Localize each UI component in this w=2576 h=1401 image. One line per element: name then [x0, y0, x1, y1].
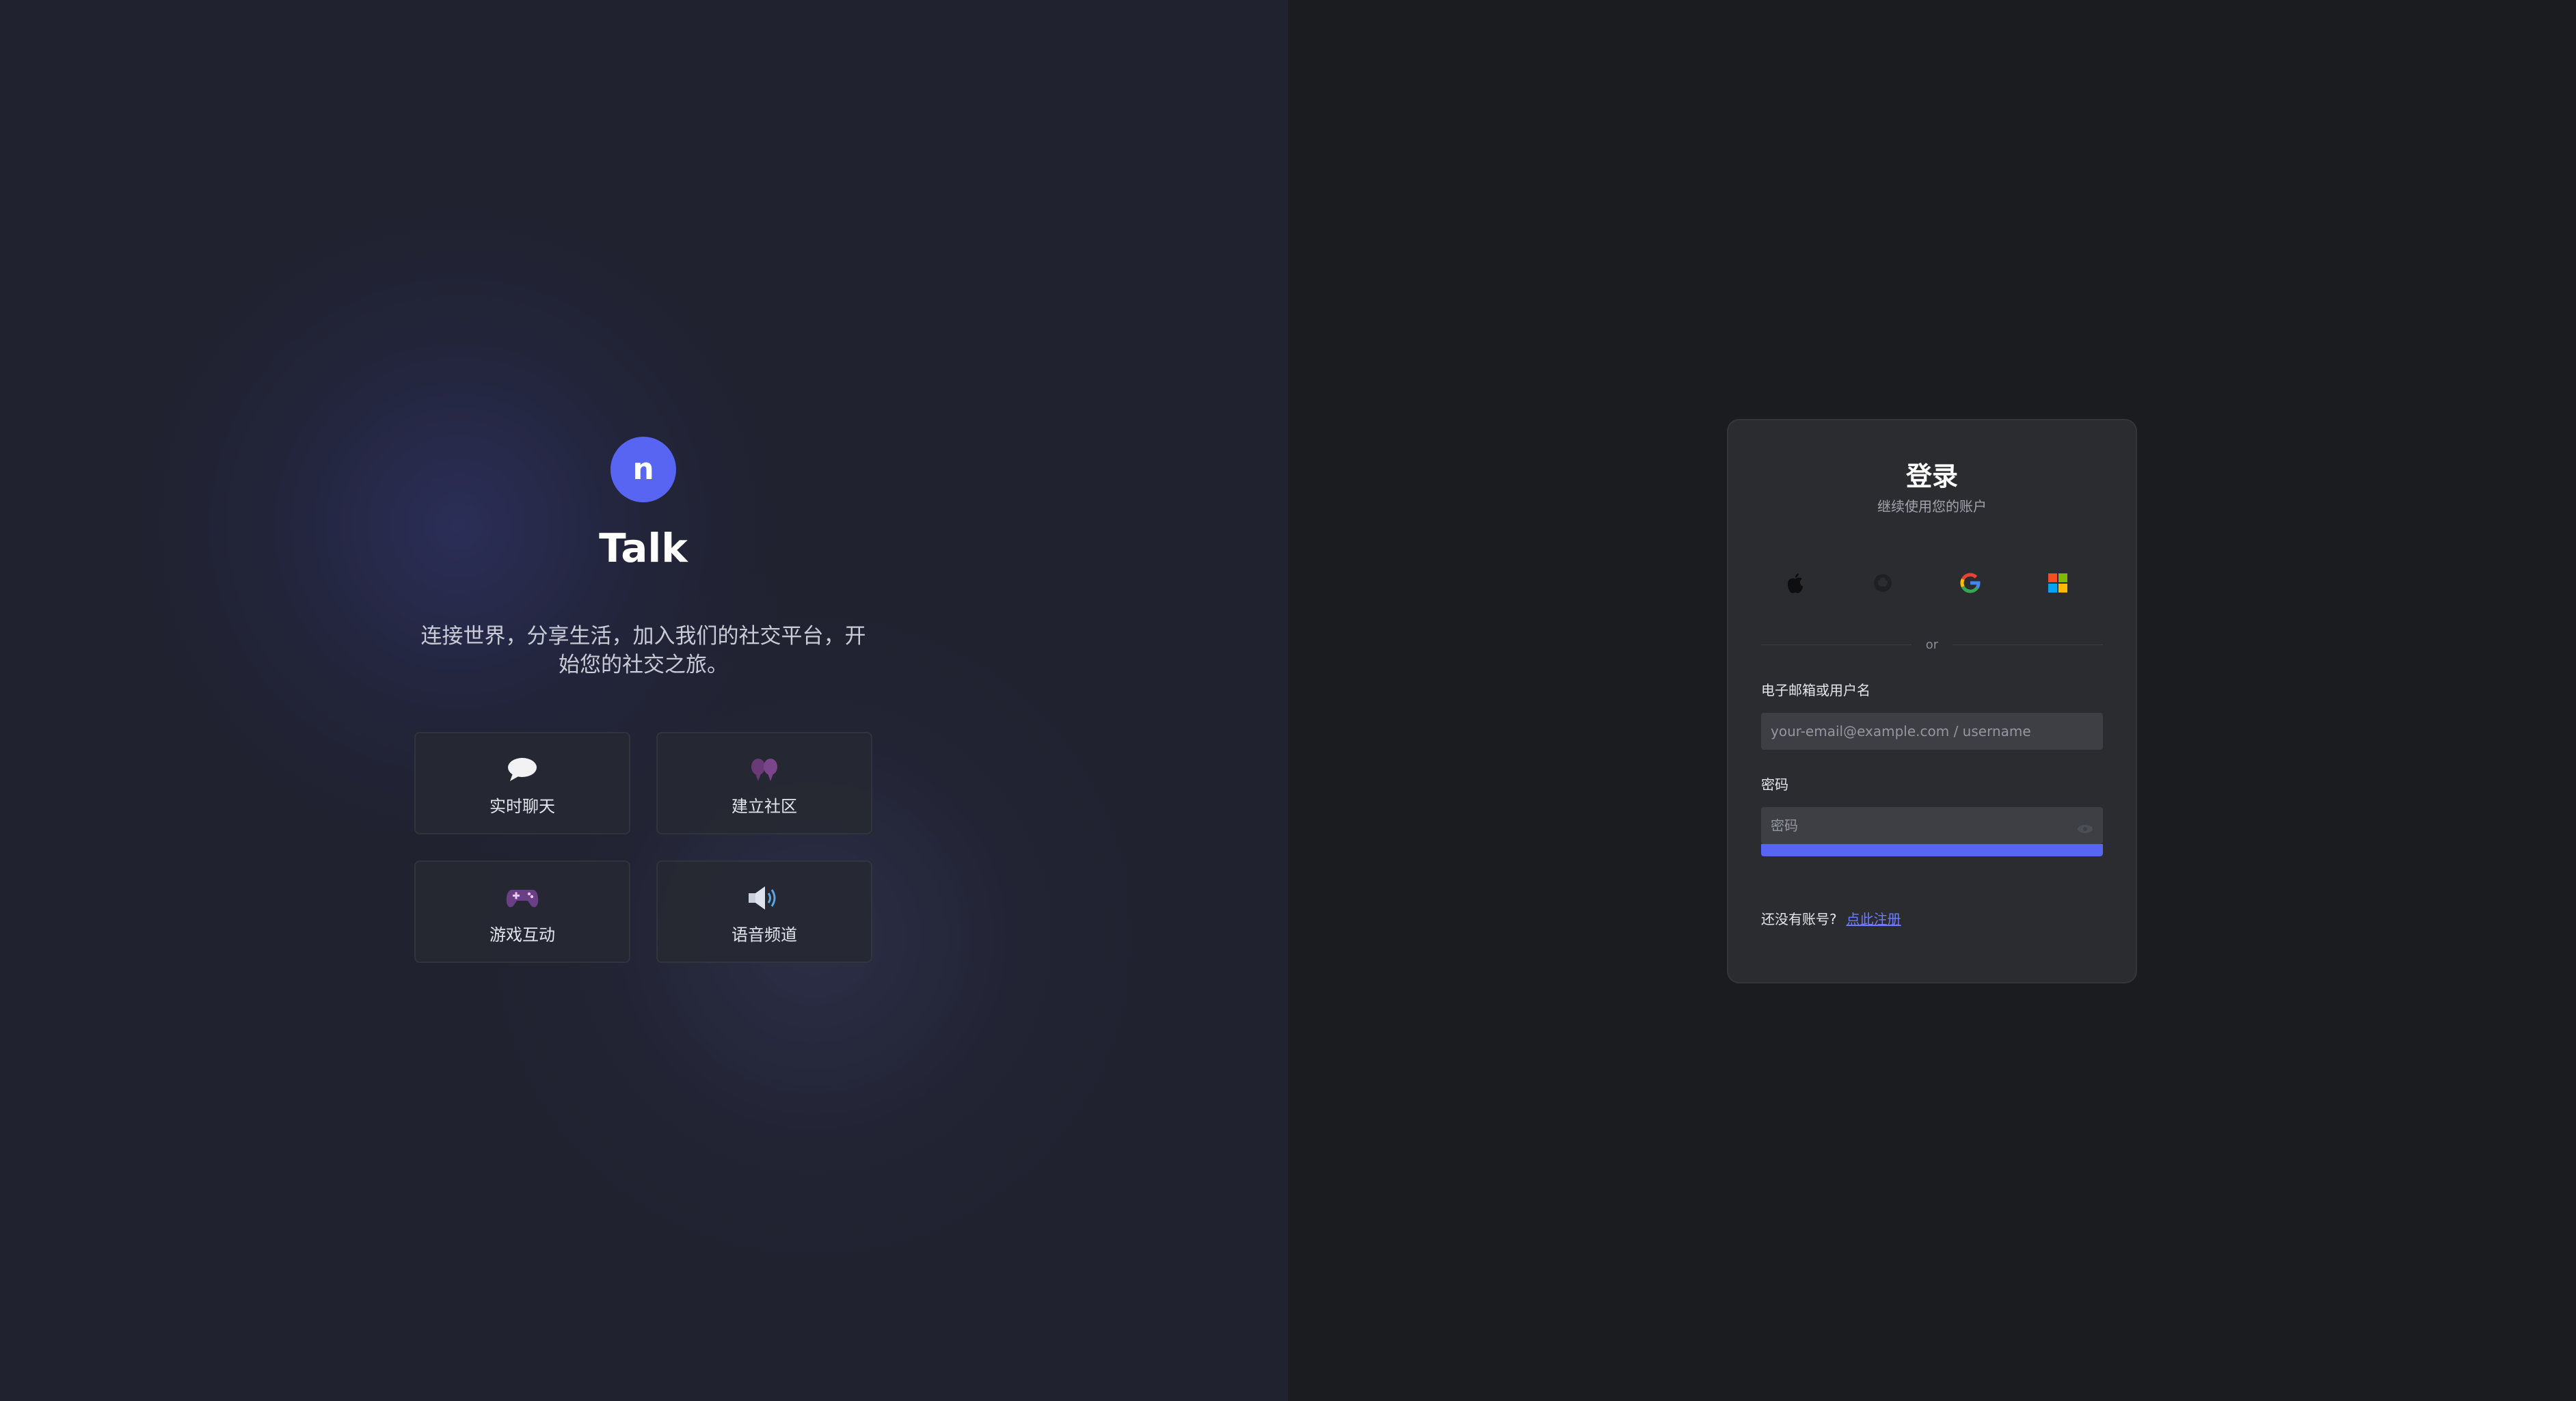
password-label: 密码: [1761, 776, 1788, 793]
feature-card-chat: 实时聊天: [414, 732, 630, 834]
gamepad-icon: [416, 881, 629, 915]
github-login-button[interactable]: [1849, 550, 1917, 618]
feature-card-voice: 语音频道: [656, 860, 872, 963]
login-card: 登录 继续使用您的账户 or 电子邮箱或用户名 your-email@examp…: [1727, 419, 2137, 983]
login-page: n Talk 连接世界，分享生活，加入我们的社交平台，开始您的社交之旅。 实时聊…: [0, 0, 2576, 1401]
login-subtitle: 继续使用您的账户: [1877, 498, 1987, 515]
github-icon: [1873, 573, 1893, 596]
apple-icon: [1786, 572, 1805, 597]
login-panel: 登录 继续使用您的账户 or 电子邮箱或用户名 your-email@examp…: [1288, 0, 2576, 1401]
divider-text: or: [1925, 638, 1939, 652]
login-submit-button[interactable]: [1761, 844, 2103, 856]
or-divider: or: [1761, 635, 2103, 655]
social-login-row: [1761, 550, 2103, 618]
feature-label: 实时聊天: [489, 797, 555, 816]
password-input[interactable]: [1761, 807, 2103, 844]
feature-label: 游戏互动: [489, 925, 555, 944]
register-row: 还没有账号? 点此注册: [1761, 906, 1901, 930]
show-password-toggle[interactable]: [2073, 818, 2097, 843]
brand-logo: n: [611, 437, 676, 502]
brand-name: Talk: [599, 525, 688, 571]
brand-logo-letter: n: [632, 452, 654, 487]
register-prompt: 还没有账号?: [1761, 910, 1837, 927]
identifier-input[interactable]: [1761, 713, 2103, 750]
brand-tagline: 连接世界，分享生活，加入我们的社交平台，开始您的社交之旅。: [420, 624, 866, 677]
feature-card-games: 游戏互动: [414, 860, 630, 963]
microsoft-login-button[interactable]: [2024, 550, 2092, 618]
feature-card-community: 建立社区: [656, 732, 872, 834]
feature-label: 建立社区: [732, 797, 797, 816]
microsoft-icon: [2048, 573, 2068, 596]
login-title: 登录: [1905, 461, 1958, 491]
register-link[interactable]: 点此注册: [1847, 908, 1901, 928]
eye-icon: [2077, 824, 2093, 837]
speech-bubble-icon: [416, 752, 629, 787]
google-login-button[interactable]: [1936, 550, 2004, 618]
brand-panel: n Talk 连接世界，分享生活，加入我们的社交平台，开始您的社交之旅。 实时聊…: [0, 0, 1288, 1401]
feature-label: 语音频道: [732, 925, 797, 944]
speaker-icon: [658, 881, 871, 915]
feature-grid: 实时聊天 建立社区 游戏互动 语音频道: [414, 732, 874, 964]
community-icon: [658, 752, 871, 787]
identifier-label: 电子邮箱或用户名: [1761, 682, 1870, 698]
apple-login-button[interactable]: [1761, 550, 1829, 618]
google-icon: [1959, 572, 1981, 597]
